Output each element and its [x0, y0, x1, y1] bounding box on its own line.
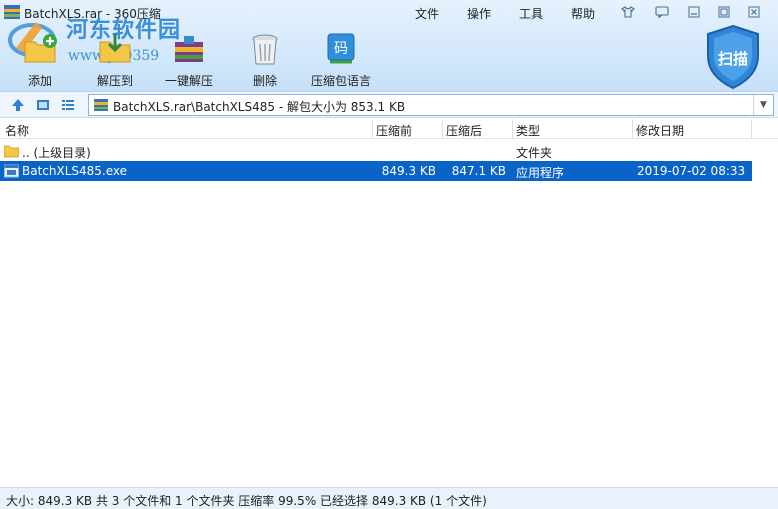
- row-type: 应用程序: [516, 166, 565, 180]
- exe-file-icon: [4, 164, 19, 178]
- archive-icon: [94, 99, 108, 111]
- delete-button[interactable]: 删除: [230, 30, 300, 88]
- menu-tools[interactable]: 工具: [519, 5, 543, 22]
- row-name: BatchXLS485.exe: [22, 164, 128, 178]
- address-bar[interactable]: BatchXLS.rar\BatchXLS485 - 解包大小为 853.1 K…: [88, 94, 774, 116]
- scan-label: 扫描: [717, 50, 748, 68]
- minimize-icon[interactable]: [686, 4, 702, 20]
- one-click-extract-label: 一键解压: [164, 74, 213, 88]
- column-compressed-after[interactable]: 压缩后: [446, 122, 482, 139]
- column-compressed-before[interactable]: 压缩前: [376, 122, 412, 139]
- column-type[interactable]: 类型: [516, 122, 540, 139]
- extract-to-button[interactable]: 解压到: [80, 30, 150, 88]
- skin-icon[interactable]: [620, 4, 636, 20]
- feedback-icon[interactable]: [654, 4, 670, 20]
- list-view-icon[interactable]: [60, 97, 76, 113]
- menu-file[interactable]: 文件: [415, 5, 439, 22]
- thumbnail-view-icon[interactable]: [35, 97, 51, 113]
- archive-language-button[interactable]: 码 压缩包语言: [304, 30, 378, 88]
- address-row: BatchXLS.rar\BatchXLS485 - 解包大小为 853.1 K…: [0, 92, 778, 118]
- row-modified: 2019-07-02 08:33: [637, 164, 746, 178]
- row-compressed-before: 849.3 KB: [381, 164, 436, 178]
- add-button[interactable]: 添加: [5, 30, 75, 88]
- svg-text:码: 码: [334, 41, 348, 57]
- column-name[interactable]: 名称: [5, 122, 29, 139]
- table-row[interactable]: BatchXLS485.exe 849.3 KB 847.1 KB 应用程序 2…: [0, 161, 752, 181]
- extract-folder-icon: [99, 34, 131, 63]
- delete-label: 删除: [252, 74, 277, 88]
- status-bar: 大小: 849.3 KB 共 3 个文件和 1 个文件夹 压缩率 99.5% 已…: [0, 487, 778, 509]
- trash-icon: [252, 34, 278, 65]
- one-click-extract-button[interactable]: 一键解压: [154, 30, 224, 88]
- row-type: 文件夹: [516, 146, 553, 160]
- file-list-header: 名称 压缩前 压缩后 类型 修改日期: [0, 119, 778, 139]
- column-modified[interactable]: 修改日期: [636, 122, 684, 139]
- address-dropdown-icon[interactable]: ▼: [753, 95, 773, 115]
- table-row[interactable]: .. (上级目录) 文件夹: [0, 141, 752, 161]
- add-folder-icon: [24, 34, 57, 63]
- add-label: 添加: [27, 74, 52, 88]
- folder-icon: [4, 145, 19, 158]
- address-path: BatchXLS.rar\BatchXLS485 - 解包大小为 853.1 K…: [113, 100, 406, 114]
- archive-books-icon: [175, 36, 203, 62]
- maximize-icon[interactable]: [716, 4, 732, 20]
- extract-to-label: 解压到: [96, 74, 133, 88]
- toolbar-area: BatchXLS.rar - 360压缩 河东软件园 www.pc0359 文件…: [0, 0, 778, 92]
- row-name: .. (上级目录): [22, 146, 91, 160]
- menu-operation[interactable]: 操作: [467, 5, 491, 22]
- scan-button[interactable]: 扫描: [704, 24, 762, 90]
- status-text: 大小: 849.3 KB 共 3 个文件和 1 个文件夹 压缩率 99.5% 已…: [6, 494, 487, 508]
- archive-language-label: 压缩包语言: [310, 74, 371, 88]
- up-level-icon[interactable]: [10, 97, 26, 113]
- encoding-icon: 码: [327, 33, 355, 64]
- close-icon[interactable]: [746, 4, 762, 20]
- menu-help[interactable]: 帮助: [571, 5, 595, 22]
- row-compressed-after: 847.1 KB: [451, 164, 506, 178]
